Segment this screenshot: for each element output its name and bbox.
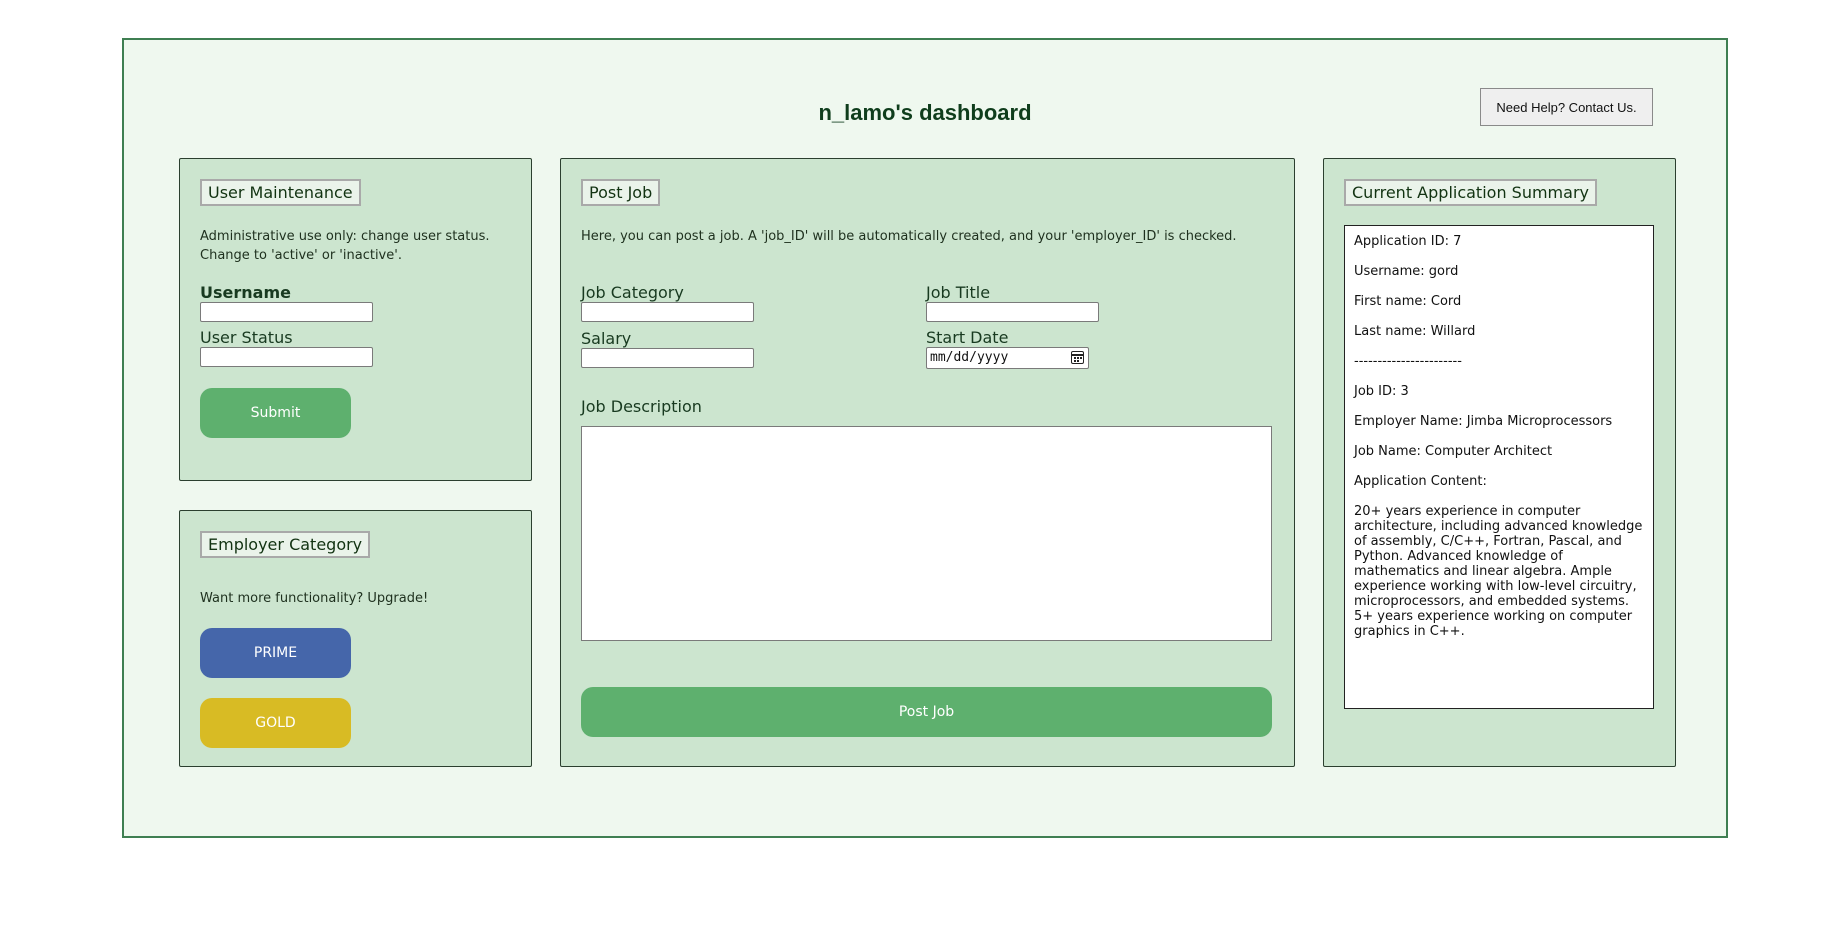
user-status-input[interactable]: [200, 347, 373, 367]
summary-line: Username: gord: [1354, 264, 1459, 279]
job-title-label: Job Title: [926, 283, 991, 302]
contact-help-button[interactable]: Need Help? Contact Us.: [1480, 88, 1653, 126]
job-description-textarea[interactable]: [581, 426, 1272, 641]
application-summary-panel: Current Application Summary Application …: [1323, 158, 1676, 767]
employer-category-legend: Employer Category: [200, 531, 371, 558]
summary-line: Job ID: 3: [1354, 384, 1409, 399]
salary-label: Salary: [581, 329, 632, 348]
gold-button[interactable]: GOLD: [200, 698, 351, 748]
job-description-label: Job Description: [581, 397, 702, 416]
job-category-label: Job Category: [581, 283, 684, 302]
user-maintenance-legend: User Maintenance: [200, 179, 361, 206]
user-status-label: User Status: [200, 328, 293, 347]
start-date-placeholder: mm/dd/yyyy: [930, 350, 1009, 365]
dashboard-frame: n_lamo's dashboard Need Help? Contact Us…: [122, 38, 1728, 838]
application-summary-legend: Current Application Summary: [1344, 179, 1597, 206]
summary-line: Application Content:: [1354, 474, 1487, 489]
user-maintenance-description: Administrative use only: change user sta…: [200, 229, 490, 263]
username-label: Username: [200, 283, 291, 302]
username-input[interactable]: [200, 302, 373, 322]
prime-button[interactable]: PRIME: [200, 628, 351, 678]
user-maintenance-panel: User Maintenance Administrative use only…: [179, 158, 532, 481]
calendar-icon[interactable]: [1071, 351, 1084, 364]
summary-line: Employer Name: Jimba Microprocessors: [1354, 414, 1613, 429]
post-job-description: Here, you can post a job. A 'job_ID' wil…: [581, 229, 1237, 244]
post-job-button[interactable]: Post Job: [581, 687, 1272, 737]
summary-line: Job Name: Computer Architect: [1354, 444, 1553, 459]
user-submit-button[interactable]: Submit: [200, 388, 351, 438]
post-job-panel: Post Job Here, you can post a job. A 'jo…: [560, 158, 1295, 767]
employer-category-description: Want more functionality? Upgrade!: [200, 591, 429, 606]
summary-divider: -----------------------: [1354, 354, 1462, 369]
application-summary-box: Application ID: 7 Username: gord First n…: [1344, 225, 1654, 709]
job-title-input[interactable]: [926, 302, 1099, 322]
summary-line: Application ID: 7: [1354, 234, 1462, 249]
summary-line: First name: Cord: [1354, 294, 1462, 309]
start-date-input[interactable]: mm/dd/yyyy: [926, 347, 1089, 369]
post-job-legend: Post Job: [581, 179, 661, 206]
start-date-label: Start Date: [926, 328, 1009, 347]
summary-line: Last name: Willard: [1354, 324, 1476, 339]
application-content-text: 20+ years experience in computer archite…: [1354, 504, 1643, 639]
employer-category-panel: Employer Category Want more functionalit…: [179, 510, 532, 767]
job-category-input[interactable]: [581, 302, 754, 322]
salary-input[interactable]: [581, 348, 754, 368]
